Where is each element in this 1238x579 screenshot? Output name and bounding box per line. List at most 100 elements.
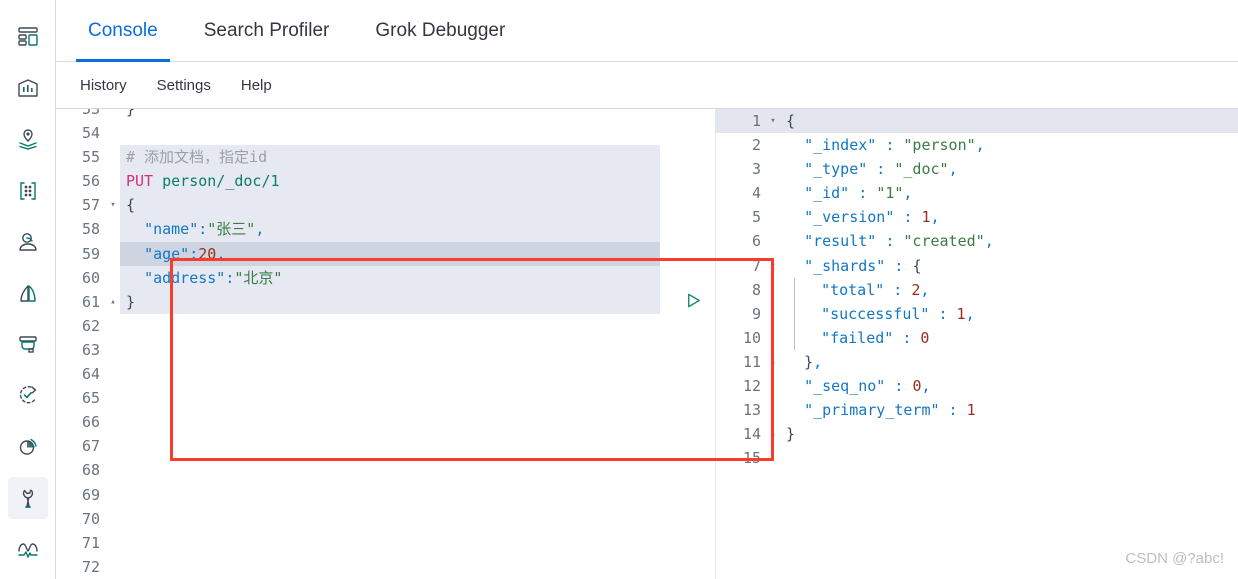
editor-line[interactable]: 60 "address":"北京" — [56, 265, 715, 290]
editor-line-text[interactable] — [120, 555, 715, 579]
editor-line[interactable]: 59 "age":20, — [56, 241, 715, 266]
editor-code-lines[interactable]: 53} 54 55 # 添加文档，指定id 56 PUT person/_doc/1 57… — [56, 109, 715, 579]
response-line-text: "_primary_term" : 1 — [804, 401, 976, 420]
maps-icon[interactable] — [8, 118, 48, 160]
ml-icon[interactable] — [8, 221, 48, 263]
response-line: 13 "_primary_term" : 1 — [716, 398, 1238, 422]
editor-line[interactable]: 58 "name":"张三", — [56, 217, 715, 242]
editor-line[interactable]: 70 — [56, 506, 715, 531]
tab-console[interactable]: Console — [76, 2, 170, 62]
editor-line[interactable]: 56 PUT person/_doc/1 — [56, 169, 715, 194]
response-line-text: "_shards" : { — [804, 256, 922, 275]
tab-grok-debugger[interactable]: Grok Debugger — [363, 2, 517, 62]
response-line: 3 "_type" : "_doc", — [716, 157, 1238, 181]
response-line-text: "_id" : "1", — [804, 184, 913, 203]
response-line: 14 ▴} — [716, 422, 1238, 446]
response-line-text: "total" : 2, — [794, 277, 1238, 302]
editor-line[interactable]: 68 — [56, 458, 715, 483]
graph-icon[interactable] — [8, 170, 48, 212]
editor-line-text[interactable] — [120, 410, 715, 434]
request-action-buttons[interactable] — [684, 290, 715, 315]
editor-line-number: 64 — [56, 362, 106, 387]
editor-line[interactable]: 69 — [56, 482, 715, 507]
editor-line[interactable]: 65 — [56, 386, 715, 411]
editor-line-text[interactable] — [120, 314, 715, 338]
editor-line-number: 62 — [56, 313, 106, 338]
editor-line-text[interactable] — [120, 483, 715, 507]
editor-line-text[interactable] — [120, 121, 715, 145]
response-fold-marker[interactable]: ▾ — [766, 109, 780, 133]
dev-tools-tabbar[interactable]: Console Search Profiler Grok Debugger — [56, 0, 1238, 62]
editor-line[interactable]: 71 — [56, 530, 715, 555]
response-line-number: 5 — [751, 208, 761, 227]
response-fold-marker[interactable]: ▴ — [766, 350, 780, 374]
response-line: 11 ▴ }, — [716, 350, 1238, 374]
response-line: 2 "_index" : "person", — [716, 133, 1238, 157]
console-submenu[interactable]: History Settings Help — [56, 62, 1238, 108]
editor-line-number: 68 — [56, 458, 106, 483]
response-line: 5 "_version" : 1, — [716, 205, 1238, 229]
logs-icon[interactable] — [8, 272, 48, 314]
editor-line[interactable]: 63 — [56, 337, 715, 363]
console-body: 53} 54 55 # 添加文档，指定id 56 PUT person/_doc/1 57… — [56, 108, 1238, 579]
editor-fold-marker[interactable]: ▾ — [106, 193, 120, 217]
editor-line-text[interactable]: { — [120, 193, 660, 218]
response-line-text — [780, 446, 1238, 470]
submenu-item-history[interactable]: History — [76, 75, 131, 96]
response-line-number: 10 — [742, 328, 761, 347]
editor-line-number: 61 — [56, 289, 106, 314]
response-line-number: 7 — [751, 256, 761, 275]
monitoring-icon[interactable] — [8, 426, 48, 468]
submenu-item-settings[interactable]: Settings — [153, 75, 215, 96]
editor-line[interactable]: 67 — [56, 434, 715, 459]
editor-line-text[interactable] — [120, 362, 715, 386]
editor-line[interactable]: 61 ▴} — [56, 289, 715, 314]
editor-line-text[interactable]: "age":20, — [120, 241, 660, 266]
response-line: 1 ▾ { — [716, 109, 1238, 134]
editor-line[interactable]: 54 — [56, 121, 715, 146]
response-line-number: 4 — [751, 184, 761, 203]
editor-line-text[interactable]: PUT person/_doc/1 — [120, 169, 660, 194]
editor-line[interactable]: 64 — [56, 362, 715, 387]
editor-line-text[interactable]: # 添加文档，指定id — [120, 145, 660, 170]
request-editor[interactable]: 53} 54 55 # 添加文档，指定id 56 PUT person/_doc/1 57… — [56, 109, 716, 579]
editor-line-text[interactable]: "address":"北京" — [120, 265, 660, 290]
editor-line-text[interactable]: "name":"张三", — [120, 217, 660, 242]
editor-line-text[interactable]: } — [120, 109, 715, 121]
global-nav-sidebar[interactable] — [0, 0, 56, 579]
editor-line[interactable]: 57 ▾{ — [56, 193, 715, 218]
dashboard-icon[interactable] — [8, 16, 48, 58]
response-viewer[interactable]: 1 ▾{2 "_index" : "person", 3 "_type" : "_d… — [716, 109, 1238, 579]
editor-fold-marker[interactable]: ▴ — [106, 290, 120, 314]
tab-search-profiler[interactable]: Search Profiler — [192, 2, 342, 62]
editor-line-text[interactable] — [120, 458, 715, 482]
editor-line-number: 53 — [56, 109, 106, 122]
editor-line-text[interactable] — [120, 338, 715, 362]
apm-icon[interactable] — [8, 323, 48, 365]
editor-line[interactable]: 72 — [56, 554, 715, 579]
uptime-icon[interactable] — [8, 374, 48, 416]
editor-line-text[interactable] — [120, 386, 715, 410]
editor-line-text[interactable]: } — [120, 289, 660, 314]
editor-line[interactable]: 62 — [56, 313, 715, 338]
management-icon[interactable] — [8, 528, 48, 570]
send-request-play-icon[interactable] — [684, 291, 703, 315]
editor-line-text[interactable] — [120, 531, 715, 555]
editor-line[interactable]: 66 — [56, 410, 715, 435]
response-code-lines: 1 ▾{2 "_index" : "person", 3 "_type" : "_d… — [716, 109, 1238, 579]
submenu-item-help[interactable]: Help — [237, 75, 276, 96]
editor-line-text[interactable] — [120, 507, 715, 531]
response-line-number: 14 — [742, 425, 761, 444]
canvas-icon[interactable] — [8, 67, 48, 109]
response-fold-marker[interactable]: ▾ — [766, 254, 780, 278]
response-fold-marker[interactable]: ▴ — [766, 422, 780, 446]
editor-line[interactable]: 53} — [56, 109, 715, 122]
editor-line-number: 59 — [56, 241, 106, 266]
response-line-text: { — [786, 112, 796, 130]
editor-line-text[interactable] — [120, 434, 715, 458]
editor-line[interactable]: 55 # 添加文档，指定id — [56, 145, 715, 170]
response-line: 6 "result" : "created", — [716, 229, 1238, 253]
dev-tools-wrench-icon[interactable] — [7, 476, 48, 519]
editor-line-number: 55 — [56, 145, 106, 170]
response-line-number: 8 — [751, 280, 761, 299]
